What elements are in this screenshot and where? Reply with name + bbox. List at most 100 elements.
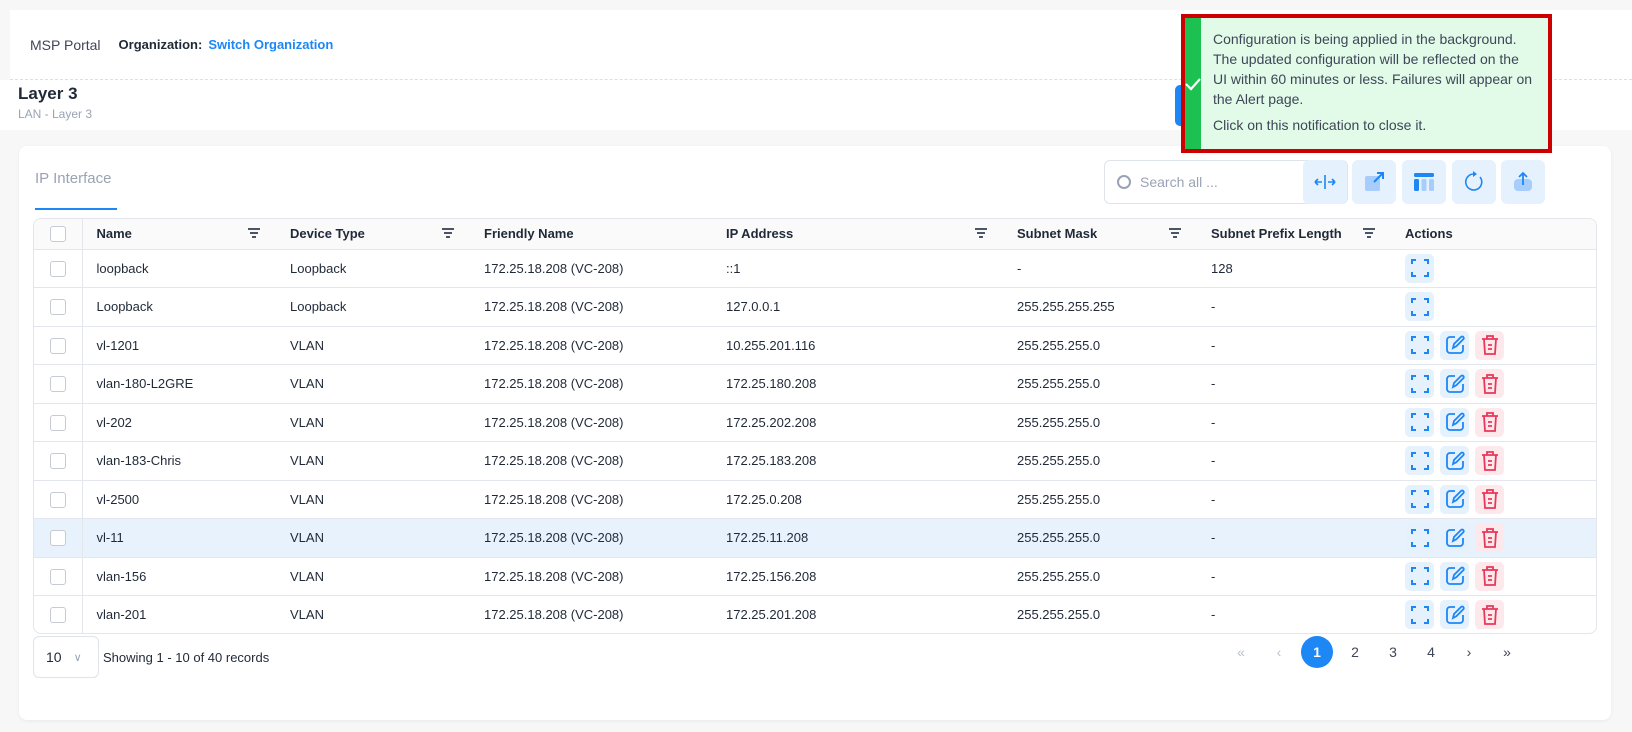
edit-button[interactable] bbox=[1440, 407, 1469, 437]
filter-icon[interactable] bbox=[248, 228, 260, 238]
row-checkbox[interactable] bbox=[50, 568, 66, 585]
cell-friendly-name: 172.25.18.208 (VC-208) bbox=[470, 441, 712, 481]
expand-icon bbox=[1410, 605, 1430, 625]
edit-button[interactable] bbox=[1440, 369, 1469, 399]
edit-button[interactable] bbox=[1440, 446, 1469, 476]
table-row[interactable]: loopback Loopback 172.25.18.208 (VC-208)::… bbox=[34, 249, 1596, 288]
first-page-button[interactable]: « bbox=[1225, 636, 1257, 668]
page-4-button[interactable]: 4 bbox=[1415, 636, 1447, 668]
row-checkbox[interactable] bbox=[50, 453, 66, 470]
prev-page-button[interactable]: ‹ bbox=[1263, 636, 1295, 668]
view-button[interactable] bbox=[1405, 523, 1434, 553]
table-row[interactable]: vl-2500 VLAN 172.25.18.208 (VC-208) 172.25.… bbox=[34, 480, 1596, 519]
table-row[interactable]: vlan-180-L2GRE VLAN 172.25.18.208 (VC-208)… bbox=[34, 364, 1596, 404]
row-checkbox[interactable] bbox=[50, 260, 66, 277]
edit-button[interactable] bbox=[1440, 330, 1469, 360]
delete-button[interactable] bbox=[1475, 446, 1504, 476]
view-button[interactable] bbox=[1405, 600, 1434, 630]
column-header-friendly-name[interactable]: Friendly Name bbox=[470, 219, 712, 250]
cell-mask: 255.255.255.0 bbox=[1003, 403, 1197, 442]
view-button[interactable] bbox=[1405, 484, 1434, 514]
view-button[interactable] bbox=[1405, 330, 1434, 360]
row-checkbox[interactable] bbox=[50, 376, 66, 393]
notification-close-hint: Click on this notification to close it. bbox=[1213, 117, 1427, 133]
cell-mask: 255.255.255.0 bbox=[1003, 557, 1197, 596]
edit-button[interactable] bbox=[1440, 561, 1469, 591]
cell-prefix: 128 bbox=[1197, 249, 1391, 288]
cell-name: vl-11 bbox=[82, 518, 276, 558]
edit-button[interactable] bbox=[1440, 484, 1469, 514]
delete-button[interactable] bbox=[1475, 484, 1504, 514]
row-checkbox[interactable] bbox=[50, 337, 66, 354]
view-button[interactable] bbox=[1405, 292, 1434, 322]
view-button[interactable] bbox=[1405, 407, 1434, 437]
view-button[interactable] bbox=[1405, 369, 1434, 399]
column-header-name[interactable]: Name bbox=[82, 219, 276, 250]
select-all-checkbox[interactable] bbox=[50, 226, 66, 243]
expand-icon bbox=[1410, 412, 1430, 432]
table-row[interactable]: vlan-183-Chris VLAN 172.25.18.208 (VC-208)… bbox=[34, 441, 1596, 481]
filter-icon[interactable] bbox=[1169, 228, 1181, 238]
table-row[interactable]: vlan-156 VLAN 172.25.18.208 (VC-208) 172.25… bbox=[34, 557, 1596, 596]
trash-icon bbox=[1480, 488, 1500, 510]
page-size-select[interactable]: 10 ∨ bbox=[33, 636, 99, 678]
cell-device-type: VLAN bbox=[276, 480, 470, 519]
filter-icon[interactable] bbox=[1363, 228, 1375, 238]
switch-organization-link[interactable]: Switch Organization bbox=[208, 37, 333, 52]
page-1-button[interactable]: 1 bbox=[1301, 636, 1333, 668]
search-input[interactable] bbox=[1140, 174, 1320, 190]
portal-title[interactable]: MSP Portal bbox=[30, 37, 101, 53]
column-header-device-type[interactable]: Device Type bbox=[276, 219, 470, 250]
column-header-subnet-prefix-length[interactable]: Subnet Prefix Length bbox=[1197, 219, 1391, 250]
cell-mask: 255.255.255.0 bbox=[1003, 518, 1197, 558]
cell-ip: 172.25.202.208 bbox=[712, 403, 1003, 442]
next-page-button[interactable]: › bbox=[1453, 636, 1485, 668]
delete-button[interactable] bbox=[1475, 369, 1504, 399]
cell-device-type: VLAN bbox=[276, 326, 470, 365]
row-checkbox[interactable] bbox=[50, 491, 66, 508]
filter-icon[interactable] bbox=[442, 228, 454, 238]
refresh-button[interactable] bbox=[1452, 160, 1496, 204]
columns-button[interactable] bbox=[1402, 160, 1446, 204]
success-notification[interactable]: Configuration is being applied in the ba… bbox=[1181, 14, 1552, 153]
edit-button[interactable] bbox=[1440, 523, 1469, 553]
upload-button[interactable] bbox=[1501, 160, 1545, 204]
column-header-ip-address[interactable]: IP Address bbox=[712, 219, 1003, 250]
edit-icon bbox=[1444, 527, 1466, 549]
export-link-button[interactable] bbox=[1352, 160, 1396, 204]
last-page-button[interactable]: » bbox=[1491, 636, 1523, 668]
view-button[interactable] bbox=[1405, 446, 1434, 476]
table-row[interactable]: vlan-201 VLAN 172.25.18.208 (VC-208) 172.25… bbox=[34, 595, 1596, 633]
filter-icon[interactable] bbox=[975, 228, 987, 238]
row-checkbox[interactable] bbox=[50, 607, 66, 624]
delete-button[interactable] bbox=[1475, 600, 1504, 630]
column-header-subnet-mask[interactable]: Subnet Mask bbox=[1003, 219, 1197, 250]
cell-prefix: - bbox=[1197, 287, 1391, 327]
delete-button[interactable] bbox=[1475, 561, 1504, 591]
trash-icon bbox=[1480, 411, 1500, 433]
cell-prefix: - bbox=[1197, 480, 1391, 519]
cell-prefix: - bbox=[1197, 326, 1391, 365]
expand-columns-button[interactable] bbox=[1303, 160, 1347, 204]
table-row[interactable]: vl-202 VLAN 172.25.18.208 (VC-208) 172.25.2… bbox=[34, 403, 1596, 442]
chevron-down-icon: ∨ bbox=[73, 651, 82, 664]
row-checkbox[interactable] bbox=[50, 530, 66, 547]
page-3-button[interactable]: 3 bbox=[1377, 636, 1409, 668]
edit-icon bbox=[1444, 488, 1466, 510]
table-row[interactable]: vl-1201 VLAN 172.25.18.208 (VC-208) 10.255.… bbox=[34, 326, 1596, 365]
ip-interface-table: Name Device Type Friendly Name IP Addres… bbox=[33, 218, 1597, 634]
delete-button[interactable] bbox=[1475, 330, 1504, 360]
table-row[interactable]: vl-11 VLAN 172.25.18.208 (VC-208) 172.25.11… bbox=[34, 518, 1596, 558]
edit-button[interactable] bbox=[1440, 600, 1469, 630]
view-button[interactable] bbox=[1405, 253, 1434, 283]
cell-mask: 255.255.255.255 bbox=[1003, 287, 1197, 327]
delete-button[interactable] bbox=[1475, 523, 1504, 553]
cell-actions bbox=[1391, 595, 1596, 633]
row-checkbox[interactable] bbox=[50, 299, 66, 316]
table-row[interactable]: Loopback Loopback 172.25.18.208 (VC-208) 12… bbox=[34, 287, 1596, 327]
row-checkbox[interactable] bbox=[50, 414, 66, 431]
view-button[interactable] bbox=[1405, 561, 1434, 591]
tab-ip-interface[interactable]: IP Interface bbox=[35, 170, 111, 187]
page-2-button[interactable]: 2 bbox=[1339, 636, 1371, 668]
delete-button[interactable] bbox=[1475, 407, 1504, 437]
